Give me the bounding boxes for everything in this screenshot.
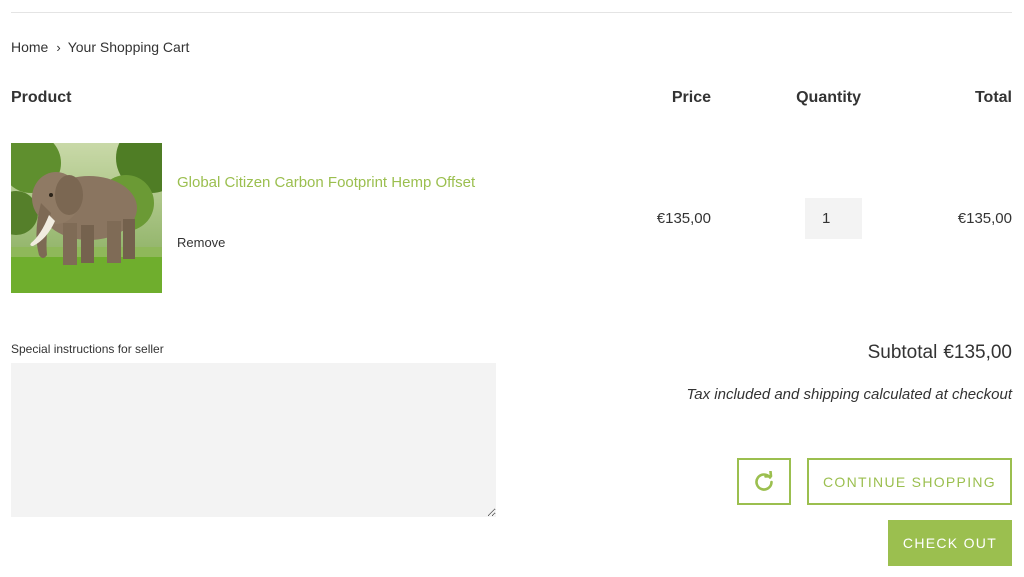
continue-shopping-button[interactable]: CONTINUE SHOPPING xyxy=(807,458,1012,505)
subtotal: Subtotal €135,00 xyxy=(868,342,1012,364)
product-title-link[interactable]: Global Citizen Carbon Footprint Hemp Off… xyxy=(177,170,477,195)
update-cart-button[interactable] xyxy=(737,458,791,505)
item-price: €135,00 xyxy=(656,210,711,227)
item-total: €135,00 xyxy=(957,210,1012,227)
elephant-photo-icon xyxy=(11,143,162,293)
product-image[interactable] xyxy=(11,143,162,293)
subtotal-label: Subtotal xyxy=(867,342,938,363)
chevron-right-icon: › xyxy=(56,39,61,55)
quantity-input[interactable] xyxy=(805,198,862,239)
breadcrumb-current: Your Shopping Cart xyxy=(67,39,190,55)
header-divider xyxy=(11,12,1012,13)
checkout-button[interactable]: CHECK OUT xyxy=(888,520,1012,566)
remove-item-link[interactable]: Remove xyxy=(177,235,225,250)
tax-note: Tax included and shipping calculated at … xyxy=(686,386,1012,403)
subtotal-value: €135,00 xyxy=(943,342,1012,363)
refresh-icon xyxy=(755,470,773,491)
column-header-quantity: Quantity xyxy=(796,89,861,106)
instructions-textarea[interactable] xyxy=(11,363,496,517)
column-header-product: Product xyxy=(11,89,72,106)
column-header-total: Total xyxy=(974,89,1012,106)
breadcrumb-home-link[interactable]: Home xyxy=(11,39,48,55)
instructions-label: Special instructions for seller xyxy=(11,342,164,356)
breadcrumb: Home › Your Shopping Cart xyxy=(11,39,189,55)
column-header-price: Price xyxy=(671,89,711,106)
